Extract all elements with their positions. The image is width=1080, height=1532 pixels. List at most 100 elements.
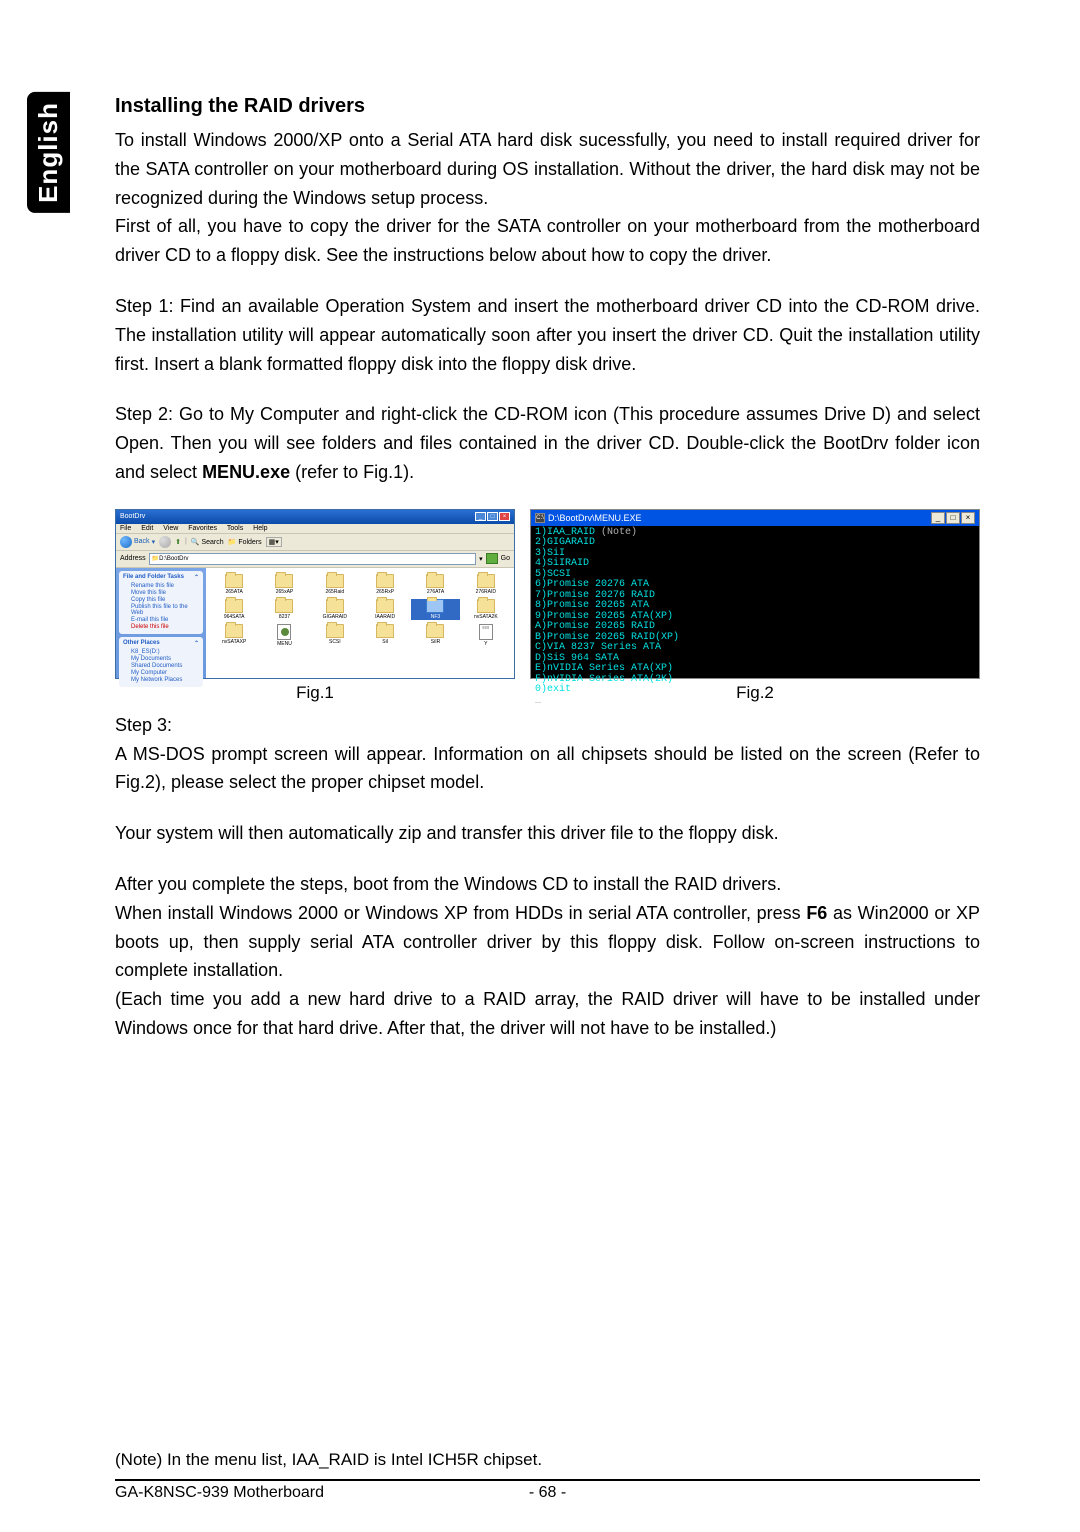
paragraph: Step 1: Find an available Operation Syst… — [115, 292, 980, 378]
folder-item-8237[interactable]: 8237 — [260, 599, 308, 620]
back-button[interactable]: Back ▾ — [120, 536, 155, 548]
folder-item-y[interactable]: ≡≡≡Y — [462, 624, 510, 647]
folder-item-265rxp[interactable]: 265RxP — [361, 574, 409, 595]
task-move[interactable]: Move this file — [123, 590, 199, 596]
window-buttons: _ □ × — [475, 512, 510, 521]
folder-item-nvsataxp[interactable]: nvSATAXP — [210, 624, 258, 647]
close-button[interactable]: × — [499, 512, 510, 521]
address-input[interactable]: 📁 D:\BootDrv — [149, 553, 476, 565]
task-copy[interactable]: Copy this file — [123, 597, 199, 603]
place-drive[interactable]: K8_ES(D:) — [123, 649, 199, 655]
place-mycomp[interactable]: My Computer — [123, 670, 199, 676]
folder-item-276ata[interactable]: 276ATA — [411, 574, 459, 595]
explorer-window: BootDrv _ □ × File Edit View Favorites T… — [115, 509, 515, 679]
folder-label: nvSATA2K — [462, 614, 510, 620]
folder-label: 265RxP — [361, 589, 409, 595]
folders-button[interactable]: 📁 Folders — [228, 538, 262, 546]
place-mydocs[interactable]: My Documents — [123, 656, 199, 662]
task-delete[interactable]: Delete this file — [123, 624, 199, 630]
folder-icon — [477, 574, 495, 588]
folder-label: MENU — [260, 641, 308, 647]
figure-2: C:\ D:\BootDrv\MENU.EXE _ □ × 1)IAA_RAID… — [530, 509, 980, 703]
footer-page-number: - 68 - — [529, 1484, 566, 1502]
folder-item-265xap[interactable]: 265xAP — [260, 574, 308, 595]
minimize-button[interactable]: _ — [475, 512, 486, 521]
folder-icon — [275, 599, 293, 613]
go-button[interactable] — [486, 553, 498, 564]
folder-icon — [326, 599, 344, 613]
folder-icon — [225, 574, 243, 588]
folder-item-nf3[interactable]: NF3 — [411, 599, 459, 620]
folder-label: nvSATAXP — [210, 639, 258, 645]
menu-edit[interactable]: Edit — [141, 525, 153, 532]
folder-icon — [326, 574, 344, 588]
folder-label: Y — [462, 641, 510, 647]
folder-icon — [426, 574, 444, 588]
menubar: File Edit View Favorites Tools Help — [116, 524, 514, 533]
text: First of all, you have to copy the drive… — [115, 216, 980, 265]
folder-item-265raid[interactable]: 265Raid — [311, 574, 359, 595]
place-network[interactable]: My Network Places — [123, 677, 199, 683]
text: To install Windows 2000/XP onto a Serial… — [115, 130, 980, 208]
folder-item-sii[interactable]: SiI — [361, 624, 409, 647]
menu-help[interactable]: Help — [253, 525, 267, 532]
folder-label: SiI — [361, 639, 409, 645]
folder-item-menu[interactable]: MENU — [260, 624, 308, 647]
figures-row: BootDrv _ □ × File Edit View Favorites T… — [115, 509, 980, 703]
dos-icon: C:\ — [535, 513, 545, 523]
folder-item-964sata[interactable]: 964SATA — [210, 599, 258, 620]
folder-grid: 265ATA265xAP265Raid265RxP276ATA276RAID 96… — [210, 574, 510, 647]
folder-label: 964SATA — [210, 614, 258, 620]
language-tab: English — [27, 92, 70, 213]
menu-file[interactable]: File — [120, 525, 131, 532]
folder-label: 265xAP — [260, 589, 308, 595]
dos-window: C:\ D:\BootDrv\MENU.EXE _ □ × 1)IAA_RAID… — [530, 509, 980, 679]
folder-label: 276ATA — [411, 589, 459, 595]
toolbar: Back ▾ ⬆ | 🔍 Search 📁 Folders ▦▾ — [116, 533, 514, 551]
menu-favorites[interactable]: Favorites — [188, 525, 217, 532]
back-label: Back — [134, 538, 150, 545]
folder-item-scsi[interactable]: SCSI — [311, 624, 359, 647]
text: (refer to Fig.1). — [290, 462, 414, 482]
folder-icon: ≡≡≡ — [479, 624, 493, 640]
forward-button[interactable] — [159, 536, 171, 548]
back-icon — [120, 536, 132, 548]
search-button[interactable]: 🔍 Search — [191, 538, 224, 546]
explorer-body: File and Folder Tasks⌃ Rename this file … — [116, 568, 514, 678]
go-label: Go — [501, 555, 510, 562]
folder-item-siir[interactable]: SiIR — [411, 624, 459, 647]
folder-label: 8237 — [260, 614, 308, 620]
dos-minimize[interactable]: _ — [931, 512, 945, 524]
page-content: Installing the RAID drivers To install W… — [0, 0, 1080, 1105]
task-publish[interactable]: Publish this file to the Web — [123, 604, 199, 616]
task-email[interactable]: E-mail this file — [123, 617, 199, 623]
dos-titlebar: C:\ D:\BootDrv\MENU.EXE _ □ × — [531, 510, 979, 526]
folder-item-nvsata2k[interactable]: nvSATA2K — [462, 599, 510, 620]
folder-label: 265ATA — [210, 589, 258, 595]
folder-item-276raid[interactable]: 276RAID — [462, 574, 510, 595]
text: (Each time you add a new hard drive to a… — [115, 989, 980, 1038]
dos-close[interactable]: × — [961, 512, 975, 524]
folder-label: SiIR — [411, 639, 459, 645]
task-rename[interactable]: Rename this file — [123, 583, 199, 589]
folder-item-265ata[interactable]: 265ATA — [210, 574, 258, 595]
menu-view[interactable]: View — [163, 525, 178, 532]
folder-item-gigaraid[interactable]: GIGARAID — [311, 599, 359, 620]
dos-maximize[interactable]: □ — [946, 512, 960, 524]
views-button[interactable]: ▦▾ — [266, 537, 282, 547]
folder-label: NF3 — [411, 614, 459, 620]
folder-item-iaaraid[interactable]: IAARAID — [361, 599, 409, 620]
text: A MS-DOS prompt screen will appear. Info… — [115, 744, 980, 793]
panel-title: File and Folder Tasks⌃ — [123, 574, 199, 581]
up-icon[interactable]: ⬆ — [175, 538, 181, 546]
folder-icon — [225, 599, 243, 613]
dos-title-text: D:\BootDrv\MENU.EXE — [548, 513, 642, 523]
address-bar: Address 📁 D:\BootDrv ▾ Go — [116, 551, 514, 568]
folder-content: 265ATA265xAP265Raid265RxP276ATA276RAID 96… — [206, 568, 514, 678]
figure-1: BootDrv _ □ × File Edit View Favorites T… — [115, 509, 515, 703]
menu-tools[interactable]: Tools — [227, 525, 243, 532]
folder-icon — [275, 574, 293, 588]
place-shared[interactable]: Shared Documents — [123, 663, 199, 669]
folder-icon — [376, 599, 394, 613]
maximize-button[interactable]: □ — [487, 512, 498, 521]
